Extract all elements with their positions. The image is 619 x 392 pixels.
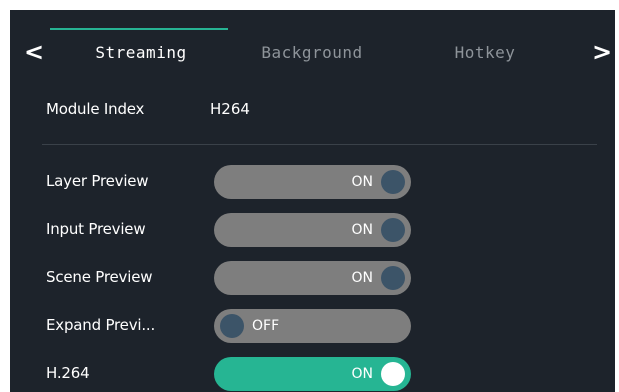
active-tab-indicator <box>50 28 228 30</box>
toggle-knob <box>381 170 405 194</box>
window-edge <box>615 10 619 392</box>
tab-background[interactable]: Background <box>232 38 392 68</box>
module-index-value: H264 <box>210 100 250 118</box>
layer-preview-toggle[interactable]: ON <box>214 165 411 199</box>
layer-preview-label: Layer Preview <box>46 172 149 190</box>
streaming-settings-panel: < Streaming Background Hotkey > Module I… <box>10 10 619 392</box>
expand-preview-label: Expand Previ... <box>46 316 156 334</box>
tab-hotkey[interactable]: Hotkey <box>430 38 540 68</box>
toggle-knob <box>220 314 244 338</box>
input-preview-toggle[interactable]: ON <box>214 213 411 247</box>
toggle-state-text: ON <box>351 366 374 382</box>
h264-label: H.264 <box>46 364 90 382</box>
toggle-knob <box>381 266 405 290</box>
scene-preview-label: Scene Preview <box>46 268 153 286</box>
chevron-left-icon[interactable]: < <box>24 40 44 64</box>
h264-toggle[interactable]: ON <box>214 357 411 391</box>
toggle-state-text: ON <box>351 174 374 190</box>
toggle-state-text: OFF <box>252 318 280 334</box>
divider <box>42 144 597 145</box>
toggle-knob <box>381 362 405 386</box>
toggle-state-text: ON <box>351 270 374 286</box>
tab-streaming[interactable]: Streaming <box>52 38 230 68</box>
chevron-right-icon[interactable]: > <box>592 40 612 64</box>
tab-bar: < Streaming Background Hotkey > <box>10 10 619 90</box>
toggle-knob <box>381 218 405 242</box>
toggle-state-text: ON <box>351 222 374 238</box>
module-index-label: Module Index <box>46 100 145 118</box>
expand-preview-toggle[interactable]: OFF <box>214 309 411 343</box>
input-preview-label: Input Preview <box>46 220 146 238</box>
scene-preview-toggle[interactable]: ON <box>214 261 411 295</box>
